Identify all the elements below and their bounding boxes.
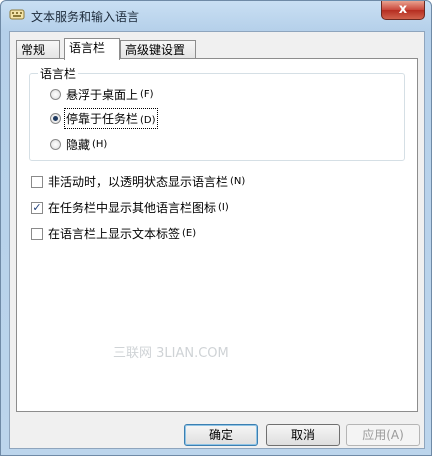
tab-advanced-key-settings[interactable]: 高级键设置 [120,40,196,59]
checkmark-icon: ✓ [32,200,42,214]
checkbox[interactable] [31,175,43,188]
dialog-client-area: 常规 语言栏 高级键设置 语言栏 悬浮于桌面上 (F) 停靠于任务栏 (D) 隐… [9,31,425,449]
watermark: 三联网 3LIAN.COM [113,346,229,361]
radio-label: 停靠于任务栏 [66,112,139,126]
checkbox-checked[interactable]: ✓ [31,200,43,214]
checkbox[interactable] [31,227,43,240]
accelerator-key: (H) [92,139,108,150]
checkbox-label: 在任务栏中显示其他语言栏图标 [48,201,217,215]
accelerator-key: (D) [140,115,156,126]
dialog-window: 文本服务和输入语言 x 常规 语言栏 高级键设置 语言栏 悬浮于桌面上 (F) [0,0,432,456]
radio-label: 悬浮于桌面上 [66,88,139,102]
keyboard-icon [9,9,25,20]
window-title: 文本服务和输入语言 [31,10,140,24]
ok-button[interactable]: 确定 [184,424,258,446]
radio-button[interactable] [50,139,61,150]
radio-button-selected[interactable] [50,113,61,124]
radio-hidden[interactable]: 隐藏 (H) [50,136,107,153]
close-icon: x [398,2,408,17]
tab-language-bar[interactable]: 语言栏 [64,38,120,60]
close-button[interactable]: x [381,1,425,20]
checkbox-label: 在语言栏上显示文本标签 [48,227,181,241]
accelerator-key: (E) [182,228,197,239]
title-bar[interactable]: 文本服务和输入语言 x [1,1,431,31]
language-bar-groupbox: 语言栏 悬浮于桌面上 (F) 停靠于任务栏 (D) 隐藏 (H) [29,65,405,161]
apply-button[interactable]: 应用(A) [346,424,420,446]
checkbox-show-text-labels[interactable]: 在语言栏上显示文本标签 (E) [31,225,196,242]
radio-float-on-desktop[interactable]: 悬浮于桌面上 (F) [50,86,154,103]
radio-label: 隐藏 [66,138,91,152]
radio-label-focused: 停靠于任务栏 (D) [64,108,158,129]
group-label: 语言栏 [38,65,79,82]
checkbox-transparent-when-inactive[interactable]: 非活动时，以透明状态显示语言栏 (N) [31,173,245,190]
accelerator-key: (I) [218,202,229,213]
checkbox-show-extra-icons[interactable]: ✓ 在任务栏中显示其他语言栏图标 (I) [31,199,229,216]
radio-button[interactable] [50,89,61,100]
cancel-button[interactable]: 取消 [266,424,340,446]
radio-dock-in-taskbar[interactable]: 停靠于任务栏 (D) [50,108,158,129]
accelerator-key: (F) [140,89,154,100]
tab-panel-language-bar: 语言栏 悬浮于桌面上 (F) 停靠于任务栏 (D) 隐藏 (H) 非活动时，以透… [16,58,418,412]
accelerator-key: (N) [230,176,246,187]
tab-general[interactable]: 常规 [16,40,60,59]
checkbox-label: 非活动时，以透明状态显示语言栏 [48,175,229,189]
